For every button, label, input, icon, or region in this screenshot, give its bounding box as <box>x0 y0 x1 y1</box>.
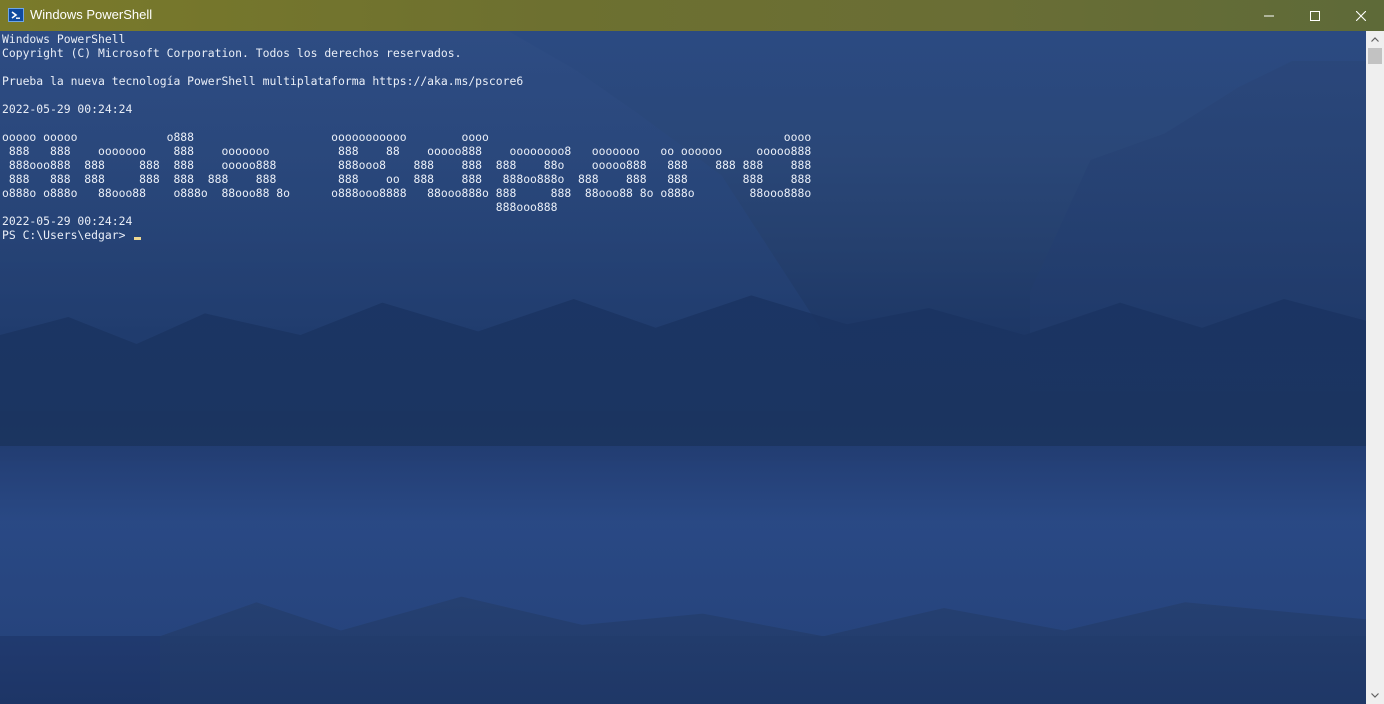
scroll-up-button[interactable] <box>1366 31 1384 48</box>
ascii-art-line: ooooo ooooo o888 ooooooooooo oooo oooo <box>2 130 812 144</box>
minimize-icon <box>1264 15 1274 16</box>
console-line: 2022-05-29 00:24:24 <box>2 102 133 116</box>
prompt-line[interactable]: PS C:\Users\edgar> <box>2 228 1362 242</box>
close-button[interactable] <box>1338 0 1384 31</box>
chevron-up-icon <box>1371 37 1379 42</box>
title-bar[interactable]: Windows PowerShell <box>0 0 1384 31</box>
console-line: Prueba la nueva tecnología PowerShell mu… <box>2 74 524 88</box>
ascii-art-line: 888 888 ooooooo 888 ooooooo 888 88 ooooo… <box>2 144 812 158</box>
scroll-thumb[interactable] <box>1368 48 1382 64</box>
powershell-icon <box>8 8 24 22</box>
ascii-art-line: 888ooo888 888 888 888 ooooo888 888ooo8 8… <box>2 158 812 172</box>
background-river <box>0 446 1366 636</box>
console-line: 2022-05-29 00:24:24 <box>2 214 133 228</box>
ascii-art-line: 888 888 888 888 888 888 888 888 oo 888 8… <box>2 172 812 186</box>
vertical-scrollbar[interactable] <box>1366 31 1384 704</box>
maximize-icon <box>1310 10 1320 21</box>
ascii-art-line: 888ooo888 <box>2 200 558 214</box>
chevron-down-icon <box>1371 693 1379 698</box>
prompt-text: PS C:\Users\edgar> <box>2 228 133 242</box>
window-title: Windows PowerShell <box>30 7 153 22</box>
console-output: Windows PowerShell Copyright (C) Microsof… <box>2 32 1362 242</box>
scroll-down-button[interactable] <box>1366 687 1384 704</box>
close-icon <box>1356 10 1366 21</box>
console-line: Windows PowerShell <box>2 32 126 46</box>
console-line: Copyright (C) Microsoft Corporation. Tod… <box>2 46 462 60</box>
text-cursor <box>134 237 142 240</box>
maximize-button[interactable] <box>1292 0 1338 31</box>
minimize-button[interactable] <box>1246 0 1292 31</box>
ascii-art-line: o888o o888o 88ooo88 o888o 88ooo88 8o o88… <box>2 186 812 200</box>
